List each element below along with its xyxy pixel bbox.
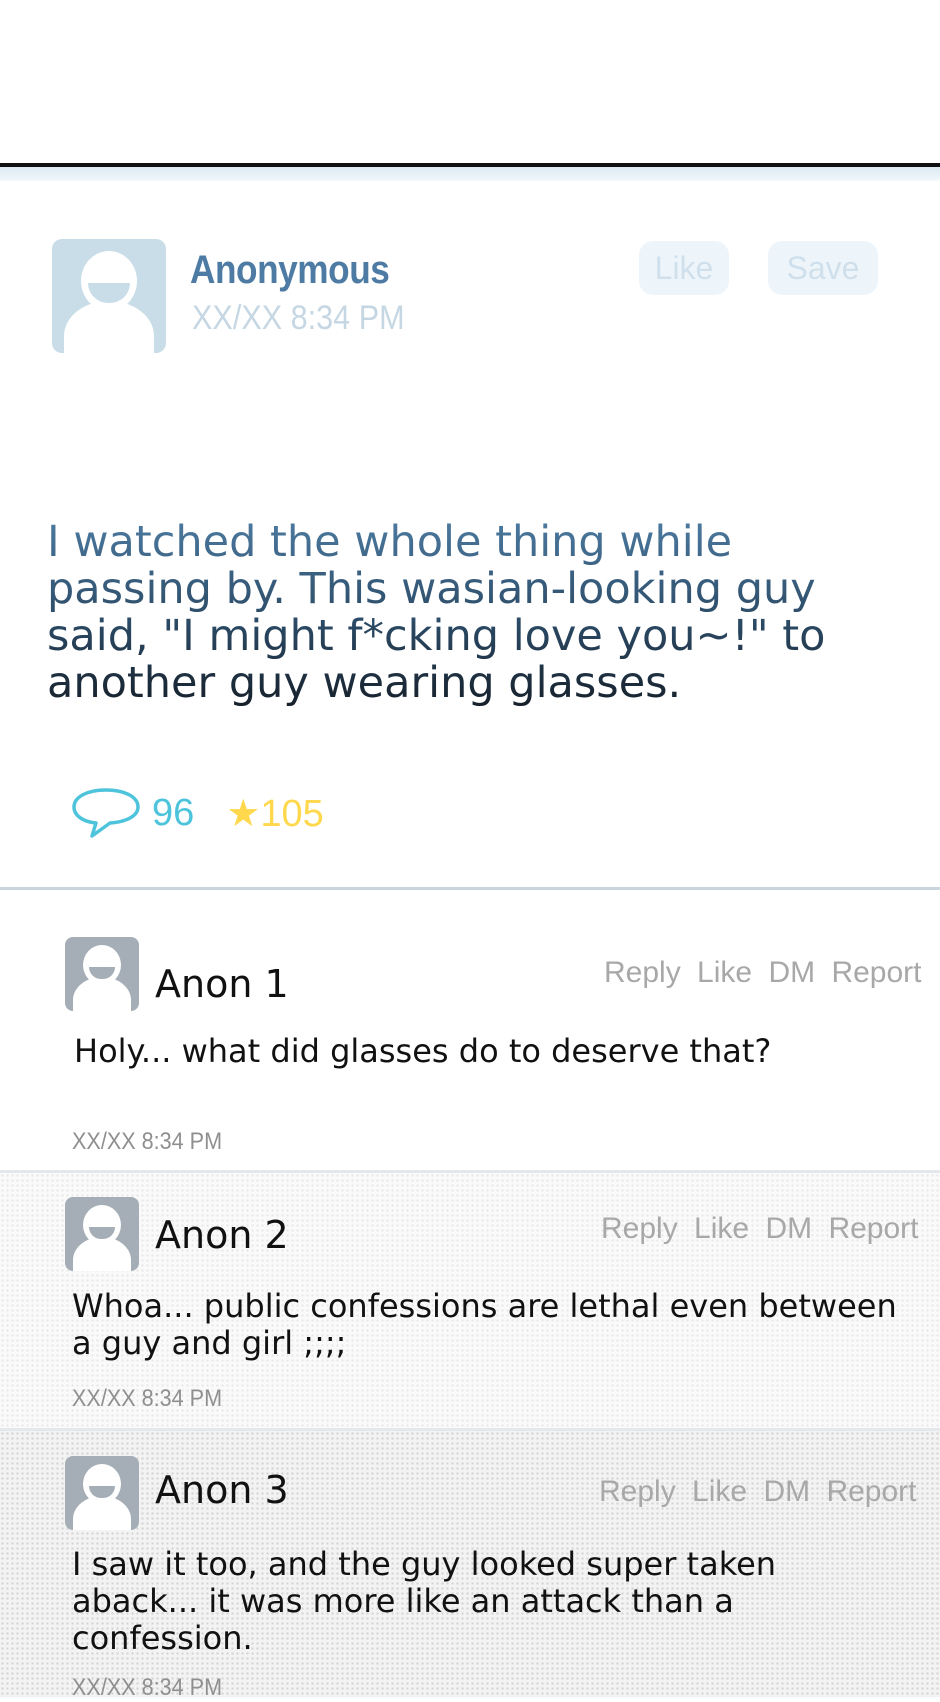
comment-item: Anon 3 Reply Like DM Report I saw it too… xyxy=(0,1431,940,1701)
reply-button[interactable]: Reply xyxy=(604,956,681,989)
post-stats: 96 ★105 xyxy=(70,785,324,841)
comment-avatar[interactable] xyxy=(65,1456,139,1530)
comment-author-name[interactable]: Anon 3 xyxy=(155,1468,289,1512)
dm-button[interactable]: DM xyxy=(768,956,815,989)
comment-author-name[interactable]: Anon 2 xyxy=(155,1213,289,1257)
post-avatar[interactable] xyxy=(52,239,166,353)
comment-avatar[interactable] xyxy=(65,1197,139,1271)
report-button[interactable]: Report xyxy=(826,1475,916,1508)
post-author-name[interactable]: Anonymous xyxy=(190,248,390,293)
dm-button[interactable]: DM xyxy=(763,1475,810,1508)
comment-author-name[interactable]: Anon 1 xyxy=(155,962,289,1006)
header-shadow xyxy=(0,167,940,181)
post-timestamp: XX/XX 8:34 PM xyxy=(192,299,405,337)
reply-button[interactable]: Reply xyxy=(599,1475,676,1508)
speech-bubble-icon[interactable] xyxy=(70,785,142,841)
avatar-body-shape xyxy=(73,1496,131,1530)
reply-button[interactable]: Reply xyxy=(601,1212,678,1245)
top-blank-area xyxy=(0,0,940,163)
like-button[interactable]: Like xyxy=(639,241,729,295)
comment-actions: Reply Like DM Report xyxy=(604,956,921,990)
report-button[interactable]: Report xyxy=(831,956,921,989)
save-button[interactable]: Save xyxy=(768,241,878,295)
comment-count: 96 xyxy=(152,791,195,834)
comment-item: Anon 1 Reply Like DM Report Holy... what… xyxy=(0,890,940,1170)
star-count[interactable]: ★105 xyxy=(226,791,323,836)
comment-text: Holy... what did glasses do to deserve t… xyxy=(74,1032,772,1070)
comment-text: Whoa... public confessions are lethal ev… xyxy=(72,1287,897,1362)
comment-item: Anon 2 Reply Like DM Report Whoa... publ… xyxy=(0,1173,940,1428)
comment-text: I saw it too, and the guy looked super t… xyxy=(72,1545,777,1657)
avatar-body-shape xyxy=(73,977,131,1011)
avatar-body-shape xyxy=(73,1237,131,1271)
comment-actions: Reply Like DM Report xyxy=(599,1475,916,1509)
report-button[interactable]: Report xyxy=(828,1212,918,1245)
comment-timestamp: XX/XX 8:34 PM xyxy=(72,1385,223,1412)
post-card: Anonymous XX/XX 8:34 PM Like Save I watc… xyxy=(0,181,940,887)
comment-like-button[interactable]: Like xyxy=(694,1212,749,1245)
comment-like-button[interactable]: Like xyxy=(692,1475,747,1508)
comment-like-button[interactable]: Like xyxy=(697,956,752,989)
avatar-body-shape xyxy=(64,301,154,353)
post-body-text: I watched the whole thing while passing … xyxy=(47,519,907,707)
comment-timestamp: XX/XX 8:34 PM xyxy=(72,1128,223,1155)
comment-timestamp: XX/XX 8:34 PM xyxy=(72,1674,223,1701)
dm-button[interactable]: DM xyxy=(765,1212,812,1245)
comment-avatar[interactable] xyxy=(65,937,139,1011)
comment-actions: Reply Like DM Report xyxy=(601,1212,918,1246)
